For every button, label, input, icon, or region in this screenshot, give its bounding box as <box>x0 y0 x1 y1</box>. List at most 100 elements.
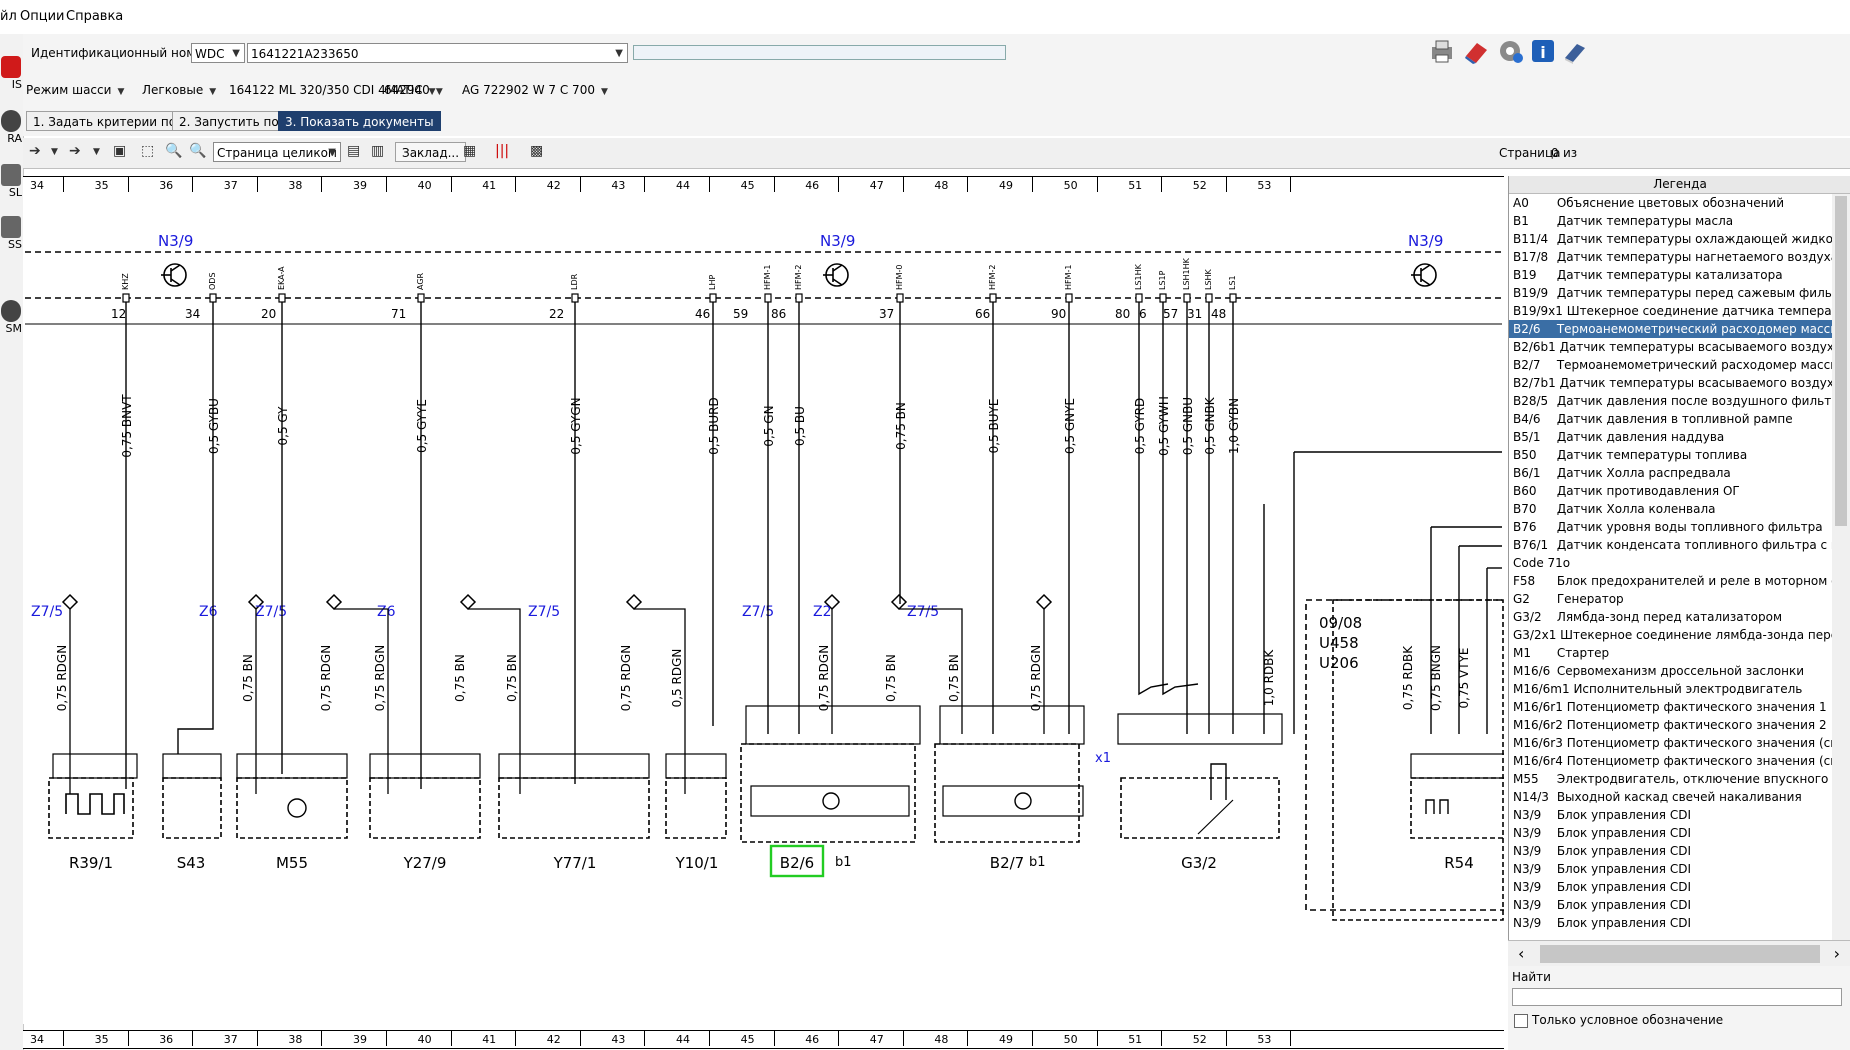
page-icon[interactable]: ▤ <box>347 143 360 163</box>
legend-item[interactable]: G3/2x1 Штекерное соединение лямбда-зонда… <box>1509 626 1850 644</box>
chevron-right-icon[interactable]: › <box>1834 944 1840 963</box>
component-label[interactable]: Y10/1 <box>675 854 719 872</box>
legend-item[interactable]: B19/9x1 Штекерное соединение датчика тем… <box>1509 302 1850 320</box>
back-arrow-icon[interactable]: ➔ <box>29 143 41 163</box>
legend-item[interactable]: B5/1 Датчик давления наддува <box>1509 428 1850 446</box>
legend-vertical-scrollbar[interactable] <box>1832 194 1850 940</box>
left-tool-wis[interactable]: RA <box>0 110 22 145</box>
grid-icon[interactable]: ▦ <box>463 143 476 163</box>
legend-item[interactable]: B76/1 Датчик конденсата топливного фильт… <box>1509 536 1850 554</box>
vin-input[interactable]: 1641221A233650 ▼ <box>247 43 628 63</box>
scroll-thumb[interactable] <box>1540 945 1820 963</box>
forward-arrow-icon[interactable]: ➔ <box>69 143 81 163</box>
ruler-tick-label: 51 <box>1128 179 1143 192</box>
legend-item[interactable]: Code 71o <box>1509 554 1850 572</box>
menu-options[interactable]: Опции <box>20 9 64 24</box>
zoom-area-icon[interactable]: ⬚ <box>141 143 154 163</box>
menu-help[interactable]: Справка <box>66 9 123 24</box>
legend-item[interactable]: N3/9 Блок управления CDI <box>1509 878 1850 896</box>
find-input[interactable] <box>1512 988 1842 1006</box>
symbol-only-checkbox[interactable] <box>1514 1014 1528 1028</box>
chevron-down-icon: ▼ <box>328 147 336 158</box>
legend-item[interactable]: B17/8 Датчик температуры нагнетаемого во… <box>1509 248 1850 266</box>
legend-item[interactable]: N3/9 Блок управления CDI <box>1509 860 1850 878</box>
wire-label: 0,5 GNBK <box>1203 396 1217 454</box>
vehicle-type-dropdown[interactable]: Легковые ▼ <box>142 83 216 97</box>
eraser-icon[interactable] <box>1461 36 1491 66</box>
legend-item[interactable]: M55 Электродвигатель, отключение впускно… <box>1509 770 1850 788</box>
legend-item[interactable]: N3/9 Блок управления CDI <box>1509 824 1850 842</box>
scroll-thumb[interactable] <box>1835 196 1847 526</box>
left-tool-ss[interactable]: SS <box>0 216 22 251</box>
legend-item[interactable]: M16/6m1 Исполнительный электродвигатель <box>1509 680 1850 698</box>
legend-item[interactable]: M16/6r3 Потенциометр фактического значен… <box>1509 734 1850 752</box>
legend-item[interactable]: N3/9 Блок управления CDI <box>1509 914 1850 932</box>
legend-item[interactable]: B76 Датчик уровня воды топливного фильтр… <box>1509 518 1850 536</box>
book-icon[interactable] <box>1561 36 1591 66</box>
print-icon[interactable] <box>1427 36 1457 66</box>
menu-file[interactable]: йл <box>0 9 17 24</box>
left-tool-sl[interactable]: SL <box>0 164 22 199</box>
zoom-select[interactable]: Страница целиком ▼ <box>213 142 341 162</box>
engine-dropdown[interactable]: 642940 ▼ <box>384 83 443 97</box>
gear-icon[interactable] <box>1495 36 1525 66</box>
component-label[interactable]: B2/7 <box>990 854 1024 872</box>
wire-label: 0,75 RDGN <box>619 645 633 711</box>
legend-item[interactable]: B70 Датчик Холла коленвала <box>1509 500 1850 518</box>
pages-icon[interactable]: ▥ <box>371 143 384 163</box>
component-label[interactable]: Y27/9 <box>403 854 447 872</box>
legend-item-code: M55 <box>1513 772 1539 786</box>
legend-item[interactable]: B60 Датчик противодавления ОГ <box>1509 482 1850 500</box>
legend-item[interactable]: B11/4 Датчик температуры охлаждающей жид… <box>1509 230 1850 248</box>
info-icon[interactable]: i <box>1528 36 1558 66</box>
zoom-in-icon[interactable]: 🔍 <box>189 143 206 163</box>
legend-item[interactable]: B19 Датчик температуры катализатора <box>1509 266 1850 284</box>
legend-item[interactable]: B50 Датчик температуры топлива <box>1509 446 1850 464</box>
wiring-diagram[interactable]: N3/9 N3/9 N3/9 KHZ 12 0,75 BNVT ODS 34 0,5 GY… <box>23 194 1504 1024</box>
step-documents-button[interactable]: 3. Показать документы <box>278 111 441 131</box>
legend-item[interactable]: N14/3 Выходной каскад свечей накаливания <box>1509 788 1850 806</box>
component-label[interactable]: B2/6 <box>780 854 814 872</box>
legend-item[interactable]: M1 Стартер <box>1509 644 1850 662</box>
legend-item[interactable]: B28/5 Датчик давления после воздушного ф… <box>1509 392 1850 410</box>
wire-colors-icon[interactable]: ||| <box>495 143 509 163</box>
chevron-down-icon[interactable]: ▼ <box>51 147 58 167</box>
legend-item[interactable]: M16/6r1 Потенциометр фактического значен… <box>1509 698 1850 716</box>
legend-item[interactable]: N3/9 Блок управления CDI <box>1509 806 1850 824</box>
legend-item[interactable]: B19/9 Датчик температуры перед сажевым ф… <box>1509 284 1850 302</box>
legend-item[interactable]: A0 Объяснение цветовых обозначений <box>1509 194 1850 212</box>
component-label[interactable]: Y77/1 <box>553 854 597 872</box>
legend-item[interactable]: B2/7 Термоанемометрический расходомер ма… <box>1509 356 1850 374</box>
component-label[interactable]: M55 <box>276 854 308 872</box>
legend-item[interactable]: B2/7b1 Датчик температуры всасываемого в… <box>1509 374 1850 392</box>
legend-item[interactable]: G3/2 Лямбда-зонд перед катализатором <box>1509 608 1850 626</box>
legend-item[interactable]: N3/9 Блок управления CDI <box>1509 842 1850 860</box>
chevron-left-icon[interactable]: ‹ <box>1518 944 1524 963</box>
chevron-down-icon[interactable]: ▼ <box>93 147 100 167</box>
chassis-mode-dropdown[interactable]: Режим шасси ▼ <box>26 83 124 97</box>
fit-page-icon[interactable]: ▣ <box>113 143 126 163</box>
left-tool-ewa[interactable]: IS <box>0 56 22 91</box>
component-label[interactable]: R54 <box>1444 854 1474 872</box>
legend-item[interactable]: G2 Генератор <box>1509 590 1850 608</box>
zoom-out-icon[interactable]: 🔍 <box>165 143 182 163</box>
vin-prefix-select[interactable]: WDC ▼ <box>191 43 245 63</box>
legend-item[interactable]: M16/6 Сервомеханизм дроссельной заслонки <box>1509 662 1850 680</box>
legend-item[interactable]: B6/1 Датчик Холла распредвала <box>1509 464 1850 482</box>
legend-item[interactable]: M16/6r4 Потенциометр фактического значен… <box>1509 752 1850 770</box>
component-label[interactable]: R39/1 <box>69 854 113 872</box>
legend-item[interactable]: N3/9 Блок управления CDI <box>1509 896 1850 914</box>
legend-item[interactable]: B2/6 Термоанемометрический расходомер ма… <box>1509 320 1850 338</box>
component-label[interactable]: G3/2 <box>1181 854 1217 872</box>
left-tool-sm[interactable]: SM <box>0 300 22 335</box>
component-label[interactable]: S43 <box>177 854 206 872</box>
legend-item[interactable]: B4/6 Датчик давления в топливной рампе <box>1509 410 1850 428</box>
legend-item[interactable]: M16/6r2 Потенциометр фактического значен… <box>1509 716 1850 734</box>
bookmark-button[interactable]: Заклад... <box>395 142 467 162</box>
legend-item[interactable]: B2/6b1 Датчик температуры всасываемого в… <box>1509 338 1850 356</box>
legend-item[interactable]: B1 Датчик температуры масла <box>1509 212 1850 230</box>
legend-item[interactable]: F58 Блок предохранителей и реле в моторн… <box>1509 572 1850 590</box>
connector-icon[interactable]: ▩ <box>530 143 543 163</box>
legend-horizontal-scrollbar[interactable]: ‹ › <box>1508 940 1850 967</box>
transmission-dropdown[interactable]: AG 722902 W 7 C 700 ▼ <box>462 83 608 97</box>
